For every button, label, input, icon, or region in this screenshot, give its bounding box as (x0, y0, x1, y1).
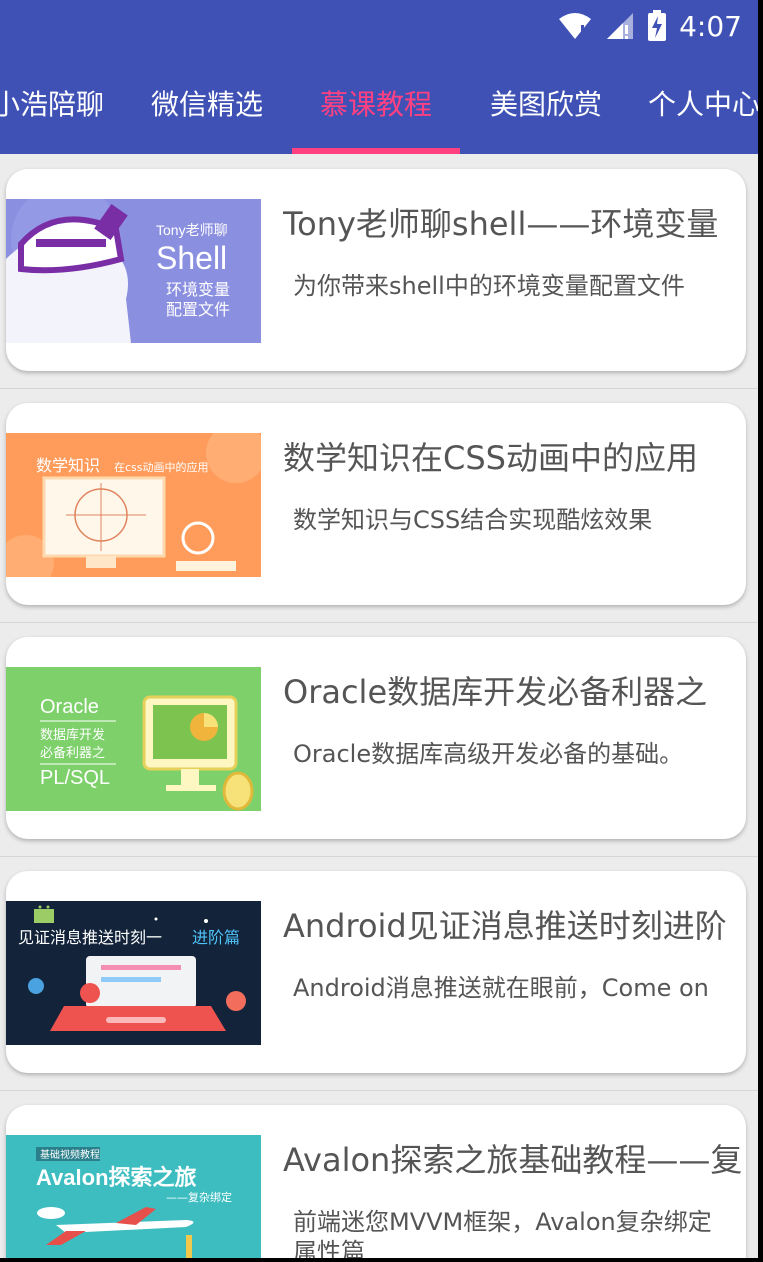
course-card[interactable]: Tony老师聊 Shell 环境变量 配置文件 Tony老师聊shell——环境… (6, 169, 746, 371)
course-card[interactable]: 见证消息推送时刻一 进阶篇 Android见证消息推送时刻进阶 Android消… (6, 871, 746, 1073)
course-thumbnail: Tony老师聊 Shell 环境变量 配置文件 (6, 199, 261, 343)
course-title: Tony老师聊shell——环境变量 (283, 205, 719, 243)
course-title: Android见证消息推送时刻进阶 (283, 907, 727, 945)
svg-text:数据库开发: 数据库开发 (40, 727, 105, 743)
course-desc: Android消息推送就在眼前，Come on (293, 974, 709, 1002)
svg-text:配置文件: 配置文件 (166, 300, 230, 319)
svg-text:Oracle: Oracle (40, 696, 99, 718)
tab-wechat-picks[interactable]: 微信精选 (140, 60, 274, 154)
svg-text:必备利器之: 必备利器之 (40, 745, 105, 761)
svg-text:数学知识: 数学知识 (36, 456, 100, 475)
course-desc: 为你带来shell中的环境变量配置文件 (293, 272, 685, 300)
screen: 4:07 小浩陪聊 微信精选 慕课教程 美图欣赏 个人中心 Tony老师聊 Sh… (0, 0, 758, 1258)
course-card[interactable]: 基础视频教程 Avalon探索之旅 ——复杂绑定 Avalon探索之旅基础教程—… (6, 1105, 746, 1258)
course-thumbnail: Oracle 数据库开发 必备利器之 PL/SQL (6, 667, 261, 811)
course-title: Oracle数据库开发必备利器之 (283, 673, 708, 711)
svg-text:Avalon探索之旅: Avalon探索之旅 (36, 1165, 197, 1190)
tab-profile[interactable]: 个人中心 (648, 60, 758, 154)
app-bar: 4:07 小浩陪聊 微信精选 慕课教程 美图欣赏 个人中心 (0, 0, 758, 154)
course-thumbnail: 基础视频教程 Avalon探索之旅 ——复杂绑定 (6, 1135, 261, 1258)
svg-text:进阶篇: 进阶篇 (192, 928, 240, 947)
svg-text:Shell: Shell (156, 240, 227, 276)
course-card[interactable]: Oracle 数据库开发 必备利器之 PL/SQL Oracle数据库开发必备利… (6, 637, 746, 839)
svg-text:Tony老师聊: Tony老师聊 (156, 222, 228, 238)
list-item: 数学知识 在css动画中的应用 数学知识在CSS动画中的应用 数学知识与CSS结… (0, 388, 758, 623)
course-desc: Oracle数据库高级开发必备的基础。 (293, 740, 684, 768)
status-bar: 4:07 (557, 6, 742, 46)
course-desc: 前端迷您MVVM框架，Avalon复杂绑定属性篇 (293, 1208, 712, 1258)
course-title: 数学知识在CSS动画中的应用 (283, 439, 698, 477)
battery-charging-icon (648, 10, 667, 41)
course-title: Avalon探索之旅基础教程——复 (283, 1141, 743, 1179)
signal-icon (607, 13, 634, 39)
status-time: 4:07 (679, 9, 742, 43)
svg-text:基础视频教程: 基础视频教程 (40, 1148, 100, 1161)
svg-text:在css动画中的应用: 在css动画中的应用 (114, 460, 209, 474)
svg-text:见证消息推送时刻一: 见证消息推送时刻一 (18, 928, 162, 947)
tab-mooc-tutorials[interactable]: 慕课教程 (308, 60, 444, 154)
wifi-icon (559, 13, 592, 39)
svg-text:环境变量: 环境变量 (166, 280, 230, 299)
list-item: 基础视频教程 Avalon探索之旅 ——复杂绑定 Avalon探索之旅基础教程—… (0, 1090, 758, 1258)
svg-text:PL/SQL: PL/SQL (40, 767, 110, 789)
course-desc: 数学知识与CSS结合实现酷炫效果 (293, 506, 653, 534)
tab-gallery[interactable]: 美图欣赏 (478, 60, 614, 154)
list-item: Oracle 数据库开发 必备利器之 PL/SQL Oracle数据库开发必备利… (0, 622, 758, 857)
course-thumbnail: 数学知识 在css动画中的应用 (6, 433, 261, 577)
tab-bar: 小浩陪聊 微信精选 慕课教程 美图欣赏 个人中心 (0, 60, 758, 154)
course-card[interactable]: 数学知识 在css动画中的应用 数学知识在CSS动画中的应用 数学知识与CSS结… (6, 403, 746, 605)
tab-chat[interactable]: 小浩陪聊 (0, 60, 110, 154)
svg-text:——复杂绑定: ——复杂绑定 (166, 1190, 232, 1204)
list-item: 见证消息推送时刻一 进阶篇 Android见证消息推送时刻进阶 Android消… (0, 856, 758, 1091)
list-item: Tony老师聊 Shell 环境变量 配置文件 Tony老师聊shell——环境… (0, 154, 758, 389)
course-thumbnail: 见证消息推送时刻一 进阶篇 (6, 901, 261, 1045)
